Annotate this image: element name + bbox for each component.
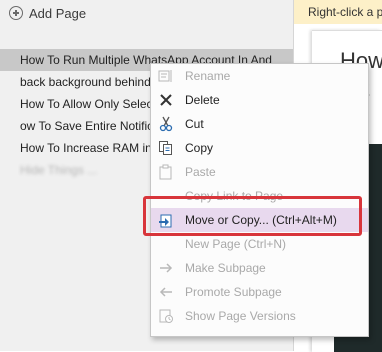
menu-item-label: Cut xyxy=(185,117,204,131)
menu-item-label: Make Subpage xyxy=(185,261,266,275)
arrow-left-icon xyxy=(158,284,174,300)
menu-item-paste[interactable]: Paste xyxy=(151,160,368,184)
hint-bar: Right-click a p xyxy=(294,0,382,24)
menu-item-cut[interactable]: Cut xyxy=(151,112,368,136)
new-page-icon xyxy=(158,236,174,252)
add-page-button[interactable]: Add Page xyxy=(9,3,86,23)
arrow-right-icon xyxy=(158,260,174,276)
menu-item-copy[interactable]: Copy xyxy=(151,136,368,160)
menu-item-label: Delete xyxy=(185,93,220,107)
scissors-icon xyxy=(158,116,174,132)
paste-icon xyxy=(158,164,174,180)
add-circle-icon xyxy=(9,6,23,20)
rename-icon xyxy=(158,68,174,84)
menu-item-label: Paste xyxy=(185,165,216,179)
menu-item-label: Show Page Versions xyxy=(185,309,296,323)
menu-item-rename[interactable]: Rename xyxy=(151,64,368,88)
menu-item-make-subpage[interactable]: Make Subpage xyxy=(151,256,368,280)
copy-icon xyxy=(158,140,174,156)
highlight-annotation-box xyxy=(143,196,362,236)
menu-item-label: Promote Subpage xyxy=(185,285,282,299)
menu-item-promote-subpage[interactable]: Promote Subpage xyxy=(151,280,368,304)
page-versions-icon xyxy=(158,308,174,324)
menu-item-label: Rename xyxy=(185,69,231,83)
menu-item-delete[interactable]: Delete xyxy=(151,88,368,112)
add-page-label: Add Page xyxy=(29,5,87,21)
delete-x-icon xyxy=(158,92,174,108)
menu-item-label: Copy xyxy=(185,141,214,155)
menu-item-show-page-versions[interactable]: Show Page Versions xyxy=(151,304,368,328)
